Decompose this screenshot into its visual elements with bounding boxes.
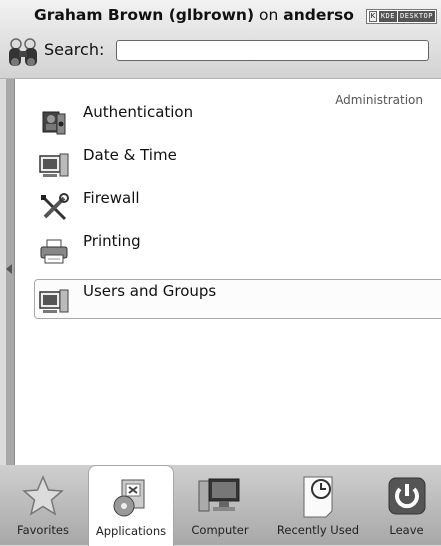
tab-label: Applications [95,524,167,538]
recent-document-icon [303,476,333,518]
tab-label: Favorites [17,523,69,537]
app-item-label: Firewall [83,189,140,207]
kde-logo-icon: K [369,11,377,22]
id-card-icon [42,111,66,135]
app-item-label: Date & Time [83,146,177,164]
search-label: Search: [44,40,105,59]
on-text: on [258,6,279,24]
launcher-header: Graham Brown (glbrown) on anderso K KDE … [0,0,441,79]
power-icon [388,477,425,515]
star-icon [22,475,64,516]
app-item-authentication[interactable]: Authentication [35,101,441,139]
binoculars-icon [9,38,37,66]
tab-label: Leave [389,523,424,537]
monitor-icon [198,478,240,512]
tab-label: Recently Used [276,523,360,537]
user-host-line: Graham Brown (glbrown) on anderso [34,6,354,24]
wrench-screwdriver-icon [41,193,69,221]
search-input[interactable] [116,40,429,61]
application-list: Administration Authentication Date & Tim… [15,79,441,465]
back-button[interactable] [6,79,15,465]
tab-favorites[interactable]: Favorites [0,465,86,545]
tab-label: Computer [191,523,249,537]
user-name: Graham Brown (glbrown) [34,6,255,24]
kde-badge-text: KDE [378,11,397,22]
printer-icon [40,239,68,264]
app-item-label: Authentication [83,103,194,121]
tab-leave[interactable]: Leave [372,465,441,545]
tab-recently-used[interactable]: Recently Used [268,465,368,545]
computer-clock-icon [39,153,69,177]
app-item-firewall[interactable]: Firewall [35,187,441,225]
host-name: anderso [283,6,354,24]
app-item-date-time[interactable]: Date & Time [35,144,441,182]
app-item-users-and-groups[interactable]: Users and Groups [34,279,441,319]
launcher-tab-bar: Favorites Applications Computer Recently… [0,465,441,546]
computer-users-icon [39,289,69,313]
tab-computer[interactable]: Computer [175,465,265,545]
app-item-printing[interactable]: Printing [35,230,441,268]
desktop-badge-text: DESKTOP [397,11,435,22]
kde-desktop-badge: K KDE DESKTOP [366,9,437,24]
app-item-label: Users and Groups [83,282,217,300]
tab-applications[interactable]: Applications [88,465,174,546]
applications-icon [113,479,145,517]
back-arrow-icon [6,264,12,274]
app-item-label: Printing [83,232,141,250]
